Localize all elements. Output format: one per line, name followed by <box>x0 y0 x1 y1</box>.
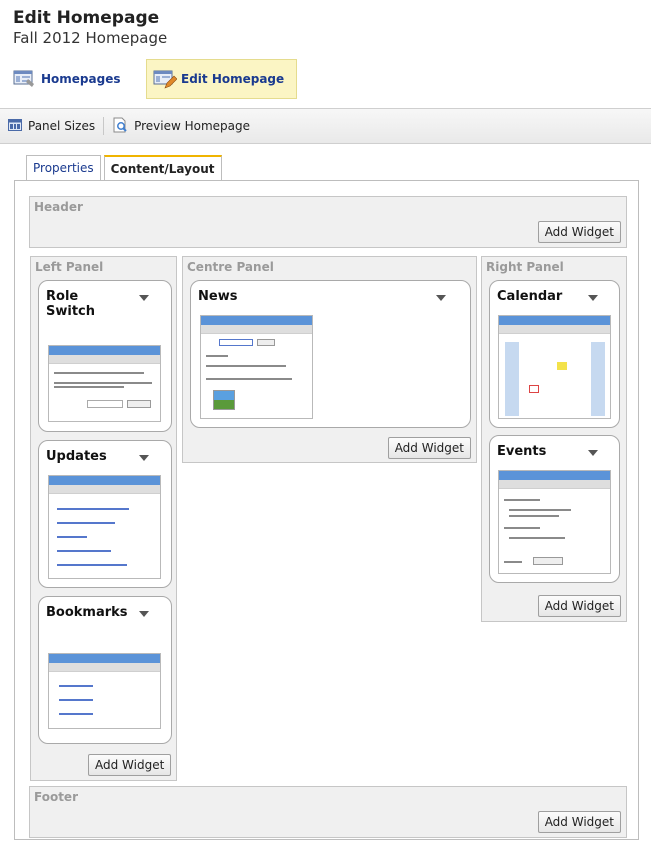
widget-title: Bookmarks <box>46 605 128 620</box>
content-layout-panel: Header Add Widget Left Panel Role Switch… <box>14 180 639 840</box>
widget-preview-image <box>48 653 161 729</box>
right-panel-label: Right Panel <box>486 260 564 274</box>
breadcrumb-homepages[interactable]: Homepages <box>7 59 137 99</box>
tab-content-layout[interactable]: Content/Layout <box>103 155 222 181</box>
widget-preview-image <box>48 345 161 422</box>
right-panel-region: Right Panel Calendar Events Add Widget <box>481 256 627 622</box>
page-subtitle: Fall 2012 Homepage <box>13 29 168 47</box>
widget-preview-image <box>498 470 611 574</box>
calendar-widget[interactable]: Calendar <box>489 280 620 428</box>
centre-panel-label: Centre Panel <box>187 260 274 274</box>
widget-menu-icon[interactable] <box>139 455 149 461</box>
preview-icon <box>112 117 128 136</box>
panel-sizes-label: Panel Sizes <box>28 119 96 133</box>
homepages-icon <box>13 69 37 89</box>
widget-menu-icon[interactable] <box>436 295 446 301</box>
left-panel-region: Left Panel Role Switch Updates Bookmarks… <box>30 256 177 781</box>
widget-preview-image <box>48 475 161 579</box>
footer-region: Footer Add Widget <box>29 786 627 838</box>
edit-homepage-icon <box>153 69 178 89</box>
preview-homepage-button[interactable]: Preview Homepage <box>104 109 258 143</box>
updates-widget[interactable]: Updates <box>38 440 172 588</box>
header-region: Header Add Widget <box>29 196 627 248</box>
page-title: Edit Homepage <box>13 8 160 28</box>
left-panel-label: Left Panel <box>35 260 104 274</box>
bookmarks-widget[interactable]: Bookmarks <box>38 596 172 744</box>
panel-sizes-button[interactable]: Panel Sizes <box>0 109 103 143</box>
tab-properties[interactable]: Properties <box>26 155 101 180</box>
widget-title: News <box>198 289 238 304</box>
widget-menu-icon[interactable] <box>139 611 149 617</box>
centre-panel-add-widget-button[interactable]: Add Widget <box>387 437 471 459</box>
widget-menu-icon[interactable] <box>139 295 149 301</box>
role-switch-widget[interactable]: Role Switch <box>38 280 172 432</box>
panel-sizes-icon <box>8 118 22 134</box>
widget-title: Updates <box>46 449 107 464</box>
footer-label: Footer <box>34 790 78 804</box>
widget-title: Role Switch <box>46 289 96 319</box>
centre-panel-region: Centre Panel News Add Widget <box>182 256 477 463</box>
events-widget[interactable]: Events <box>489 435 620 583</box>
toolbar: Panel Sizes Preview Homepage <box>0 108 651 144</box>
footer-add-widget-button[interactable]: Add Widget <box>537 811 621 833</box>
news-widget[interactable]: News <box>190 280 471 428</box>
breadcrumb-edit-homepage[interactable]: Edit Homepage <box>146 59 297 99</box>
widget-menu-icon[interactable] <box>588 450 598 456</box>
header-add-widget-button[interactable]: Add Widget <box>537 221 621 243</box>
widget-title: Events <box>497 444 547 459</box>
widget-preview-image <box>200 315 313 419</box>
header-label: Header <box>34 200 83 214</box>
breadcrumb-label: Edit Homepage <box>181 72 285 86</box>
preview-homepage-label: Preview Homepage <box>134 119 251 133</box>
widget-title: Calendar <box>497 289 563 304</box>
tab-bar: Properties Content/Layout <box>26 155 222 181</box>
widget-menu-icon[interactable] <box>588 295 598 301</box>
right-panel-add-widget-button[interactable]: Add Widget <box>537 595 621 617</box>
breadcrumb-label: Homepages <box>41 72 121 86</box>
left-panel-add-widget-button[interactable]: Add Widget <box>88 754 172 776</box>
widget-preview-image <box>498 315 611 419</box>
